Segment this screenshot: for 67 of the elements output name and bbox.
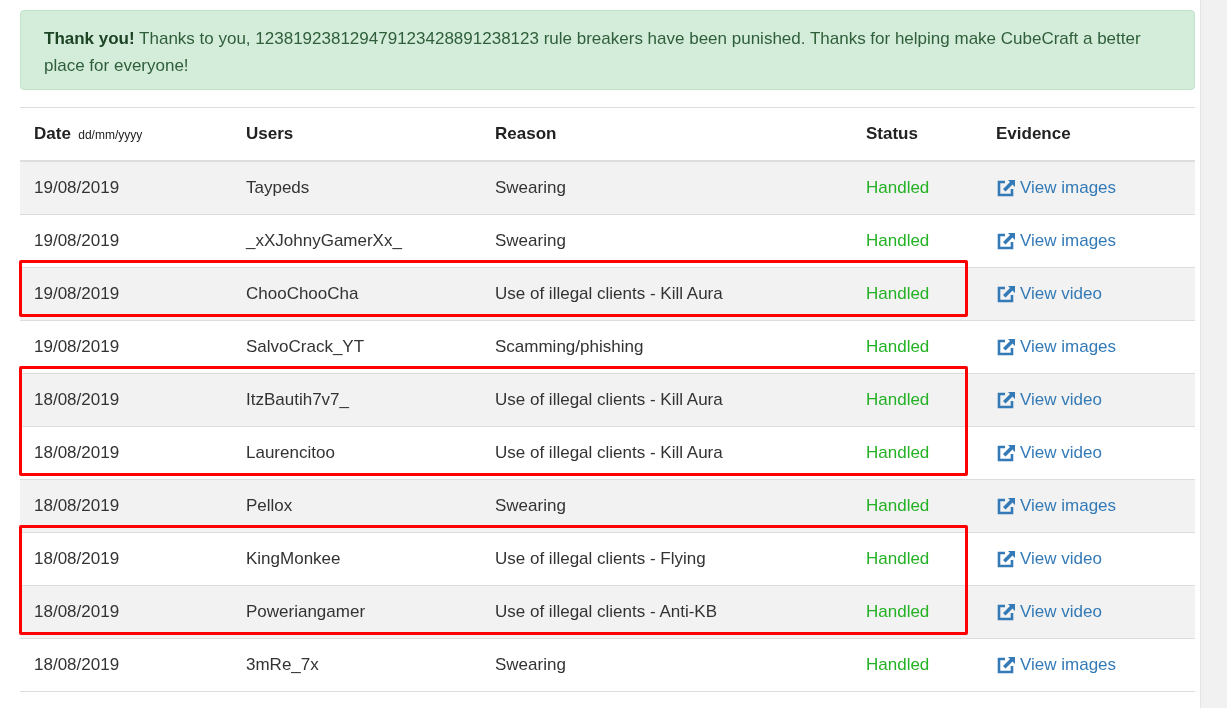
reason-cell: Scamming/phishing <box>495 337 644 357</box>
external-link-icon <box>996 655 1016 675</box>
scrollbar[interactable] <box>1200 0 1227 708</box>
reason-cell: Swearing <box>495 178 566 198</box>
status-text: Handled <box>866 284 930 304</box>
status-text: Handled <box>866 178 930 198</box>
date-cell: 18/08/2019 <box>34 496 120 516</box>
reason-cell: Swearing <box>495 231 566 251</box>
evidence-link[interactable]: View images <box>996 178 1117 198</box>
external-link-icon <box>996 390 1016 410</box>
column-header: Reason <box>494 124 558 144</box>
external-link-icon <box>996 496 1016 516</box>
evidence-link[interactable]: View images <box>996 231 1117 251</box>
reason-cell: Use of illegal clients - Kill Aura <box>495 443 723 463</box>
date-cell: 18/08/2019 <box>34 655 120 675</box>
reason-cell: Swearing <box>495 496 566 516</box>
evidence-link[interactable]: View video <box>996 602 1102 622</box>
status-text: Handled <box>866 496 930 516</box>
user-cell: SalvoCrack_YT <box>246 337 365 357</box>
external-link-icon <box>996 337 1016 357</box>
reason-cell: Use of illegal clients - Anti-KB <box>495 602 718 622</box>
status-text: Handled <box>866 602 930 622</box>
reason-cell: Use of illegal clients - Kill Aura <box>495 390 723 410</box>
user-cell: Pellox <box>246 496 293 516</box>
date-cell: 19/08/2019 <box>34 231 120 251</box>
column-header: Date dd/mm/yyyy <box>33 124 144 144</box>
status-text: Handled <box>866 390 930 410</box>
evidence-link[interactable]: View video <box>996 284 1102 304</box>
external-link-icon <box>996 284 1016 304</box>
date-cell: 19/08/2019 <box>34 284 120 304</box>
date-cell: 19/08/2019 <box>34 178 120 198</box>
reason-cell: Use of illegal clients - Flying <box>495 549 706 569</box>
user-cell: Poweriangamer <box>246 602 366 622</box>
external-link-icon <box>996 231 1016 251</box>
external-link-icon <box>996 178 1016 198</box>
column-header: Status <box>865 124 919 144</box>
status-text: Handled <box>866 337 930 357</box>
user-cell: Laurencitoo <box>246 443 335 463</box>
column-header: Evidence <box>995 124 1072 144</box>
external-link-icon <box>996 549 1016 569</box>
evidence-link[interactable]: View video <box>996 549 1102 569</box>
user-cell: ItzBautih7v7_ <box>246 390 349 410</box>
external-link-icon <box>996 602 1016 622</box>
date-cell: 18/08/2019 <box>34 602 120 622</box>
date-cell: 18/08/2019 <box>34 549 120 569</box>
evidence-link[interactable]: View images <box>996 337 1117 357</box>
reason-cell: Swearing <box>495 655 566 675</box>
column-header: Users <box>245 124 295 144</box>
status-text: Handled <box>866 655 930 675</box>
user-cell: _xXJohnyGamerXx_ <box>246 231 402 251</box>
status-text: Handled <box>866 443 930 463</box>
date-cell: 18/08/2019 <box>34 390 120 410</box>
reason-cell: Use of illegal clients - Kill Aura <box>495 284 723 304</box>
external-link-icon <box>996 443 1016 463</box>
evidence-link[interactable]: View images <box>996 655 1117 675</box>
date-cell: 19/08/2019 <box>34 337 120 357</box>
evidence-link[interactable]: View video <box>996 443 1102 463</box>
status-text: Handled <box>866 549 930 569</box>
user-cell: 3mRe_7x <box>246 655 319 675</box>
success-alert: Thank you! Thanks to you, 123819238129479123428891238123 rule breakers have been punished. Thanks for helping make CubeCraft a better place for everyone! <box>20 10 1195 90</box>
user-cell: KingMonkee <box>246 549 341 569</box>
user-cell: ChooChooCha <box>246 284 359 304</box>
user-cell: Taypeds <box>246 178 310 198</box>
date-cell: 18/08/2019 <box>34 443 120 463</box>
status-text: Handled <box>866 231 930 251</box>
evidence-link[interactable]: View video <box>996 390 1102 410</box>
evidence-link[interactable]: View images <box>996 496 1117 516</box>
